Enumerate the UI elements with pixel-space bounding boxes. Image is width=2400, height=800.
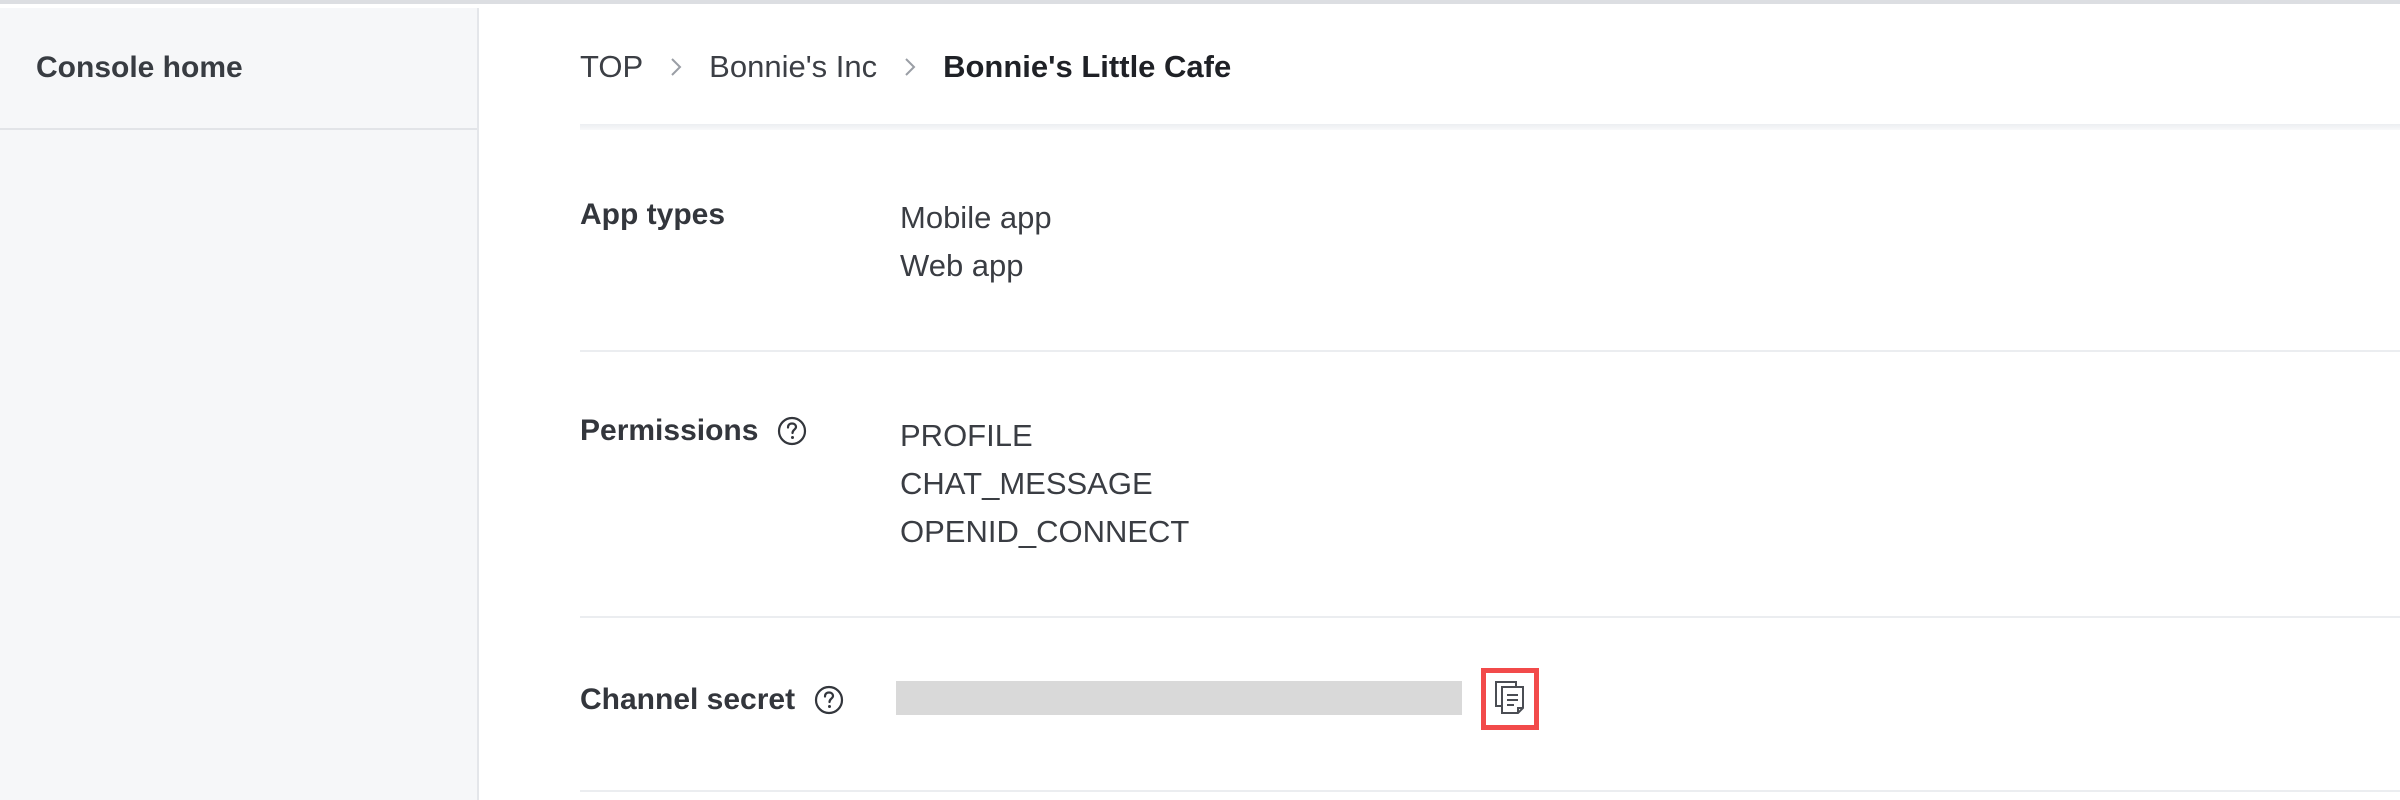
app-type-item: Mobile app	[900, 200, 1052, 235]
permissions-row: Permissions PROFILE CHAT_MESSAGE OPENID_…	[580, 352, 2400, 618]
breadcrumb-channel: Bonnie's Little Cafe	[943, 49, 1232, 84]
console-home-link[interactable]: Console home	[0, 8, 477, 130]
breadcrumb-provider[interactable]: Bonnie's Inc	[709, 49, 877, 85]
permissions-label: Permissions	[580, 414, 759, 447]
channel-secret-label-group: Channel secret	[580, 683, 845, 717]
app-types-label: App types	[580, 198, 726, 231]
chevron-right-icon	[669, 56, 683, 78]
app-type-item: Web app	[900, 248, 1024, 283]
chevron-right-icon	[903, 56, 917, 78]
permission-item: CHAT_MESSAGE	[900, 466, 1153, 501]
help-icon[interactable]	[813, 684, 845, 716]
sidebar: Console home	[0, 8, 479, 800]
breadcrumb: TOP Bonnie's Inc Bonnie's Little Cafe	[580, 8, 1231, 126]
copy-icon	[1493, 679, 1527, 720]
channel-secret-value-masked	[896, 681, 1462, 715]
permissions-values: PROFILE CHAT_MESSAGE OPENID_CONNECT	[900, 412, 1189, 556]
permissions-label-group: Permissions	[580, 414, 808, 448]
console-window: Console home TOP Bonnie's Inc Bonnie's L…	[0, 0, 2400, 800]
help-icon[interactable]	[776, 415, 808, 447]
permission-item: OPENID_CONNECT	[900, 514, 1190, 549]
breadcrumb-top[interactable]: TOP	[580, 49, 643, 85]
channel-secret-label: Channel secret	[580, 683, 796, 716]
permission-item: PROFILE	[900, 418, 1033, 453]
copy-button[interactable]	[1481, 668, 1539, 730]
app-types-values: Mobile app Web app	[900, 194, 1052, 290]
main-content: TOP Bonnie's Inc Bonnie's Little Cafe Ap…	[480, 8, 2400, 800]
app-types-row: App types Mobile app Web app	[580, 130, 2400, 352]
